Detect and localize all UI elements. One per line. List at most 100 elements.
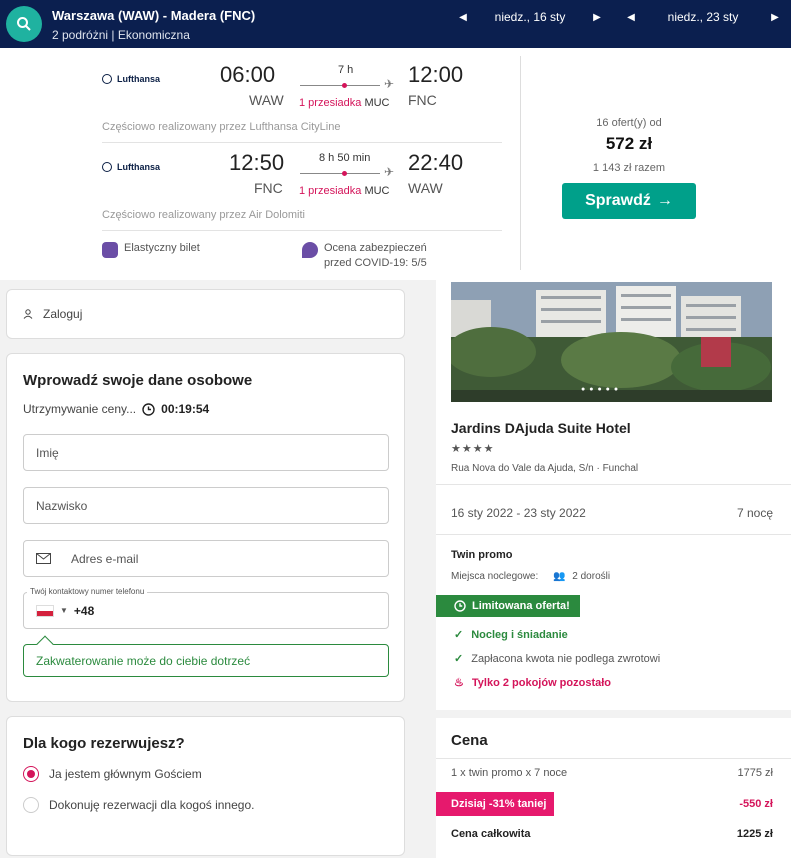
feature-label: przed COVID-19: 5/5 <box>324 257 427 269</box>
departure-time: 06:00 <box>220 62 276 87</box>
discount-line: -550 zł <box>451 798 773 810</box>
email-field[interactable]: Adres e-mail <box>23 540 389 577</box>
button-label: Sprawdź <box>585 192 651 209</box>
search-icon <box>17 17 31 31</box>
ticket-icon <box>102 242 118 258</box>
divider <box>520 56 521 276</box>
outbound-date[interactable]: niedz., 16 sty <box>470 10 590 24</box>
mail-icon <box>36 553 51 564</box>
route-text[interactable]: Warszawa (WAW) - Madera (FNC) <box>52 8 255 23</box>
divider <box>102 142 502 143</box>
beds-value: 2 dorośli <box>572 571 611 582</box>
limited-offer-badge: Limitowana oferta! <box>436 595 580 617</box>
feature-label: Ocena zabezpieczeń <box>324 242 427 254</box>
stop-airport: MUC <box>364 97 390 109</box>
lufthansa-icon <box>102 74 112 84</box>
offers-count: 16 ofert(y) od <box>596 117 662 129</box>
flame-icon: ♨ <box>454 677 464 689</box>
next-date-icon[interactable]: ▶ <box>590 12 604 23</box>
departure-code: FNC <box>254 180 283 196</box>
prev-date-icon[interactable]: ◀ <box>456 12 470 23</box>
radio-label: Ja jestem głównym Gościem <box>49 767 202 781</box>
perk-rooms-left: ♨ Tylko 2 pokojów pozostało <box>454 676 612 690</box>
first-name-field[interactable]: Imię <box>23 434 389 471</box>
clock-icon <box>454 600 466 612</box>
divider <box>436 534 791 535</box>
discount-value: -550 zł <box>739 798 773 810</box>
radio-unselected-icon[interactable] <box>23 797 39 813</box>
operator-note: Częściowo realizowany przez Air Dolomiti <box>102 209 305 221</box>
check-icon: ✓ <box>454 653 464 665</box>
stop-airport: MUC <box>364 185 390 197</box>
total-line: Cena całkowita 1225 zł <box>451 828 773 840</box>
radio-selected-icon[interactable] <box>23 766 39 782</box>
covid-rating-feature: Ocena zabezpieczeń przed COVID-19: 5/5 <box>302 242 427 269</box>
hotel-name[interactable]: Jardins DAjuda Suite Hotel <box>451 420 631 436</box>
hotel-photo[interactable]: ●●●●● <box>451 282 772 402</box>
hold-timer: 00:19:54 <box>161 402 210 416</box>
poland-flag-icon[interactable] <box>36 604 54 617</box>
check-flight-button[interactable]: Sprawdź → <box>562 183 696 219</box>
booking-for-title: Dla kogo rezerwujesz? <box>23 735 185 752</box>
phone-field[interactable]: ▼ +48 <box>23 592 389 629</box>
price-line: 1 x twin promo x 7 noce 1775 zł <box>451 767 773 779</box>
plane-icon: ✈ <box>384 77 395 91</box>
flight-price: 572 zł <box>605 134 653 153</box>
check-icon: ✓ <box>454 629 464 641</box>
departure-time: 12:50 <box>229 150 285 175</box>
plane-icon: ✈ <box>384 165 395 179</box>
line-label: 1 x twin promo x 7 noce <box>451 767 568 779</box>
route-line <box>300 173 380 174</box>
stops-count: 1 przesiadka <box>299 97 362 109</box>
airline-name: Lufthansa <box>117 162 161 172</box>
stops-info: 1 przesiadka MUC <box>299 97 390 109</box>
hotel-stars: ★★★★ <box>451 443 495 455</box>
last-name-field[interactable]: Nazwisko <box>23 487 389 524</box>
next-date-icon[interactable]: ▶ <box>768 12 782 23</box>
perk-label: Tylko 2 pokojów pozostało <box>471 676 612 689</box>
price-summary-card: Cena 1 x twin promo x 7 noce 1775 zł Dzis… <box>436 718 791 858</box>
stops-count: 1 przesiadka <box>299 185 362 197</box>
flight-card[interactable]: Lufthansa 06:00 WAW 7 h ✈ 1 przesiadka M… <box>0 48 791 280</box>
flight-duration: 7 h <box>338 64 354 76</box>
login-card[interactable]: Zaloguj <box>6 289 405 339</box>
carousel-dots[interactable]: ●●●●● <box>581 386 622 393</box>
divider <box>102 230 502 231</box>
arrival-time: 22:40 <box>408 150 464 175</box>
hotel-image <box>451 282 772 402</box>
stop-dot <box>342 171 347 176</box>
arrow-right-icon: → <box>656 192 673 209</box>
radio-self[interactable]: Ja jestem głównym Gościem <box>23 766 202 782</box>
form-title: Wprowadź swoje dane osobowe <box>23 372 253 389</box>
perk-label: Zapłacona kwota nie podlega zwrotowi <box>471 652 661 665</box>
divider <box>436 484 791 485</box>
arrival-code: WAW <box>408 180 443 196</box>
room-type: Twin promo <box>451 549 513 561</box>
prev-date-icon[interactable]: ◀ <box>624 12 638 23</box>
user-icon <box>23 309 33 319</box>
search-summary-bar: Warszawa (WAW) - Madera (FNC) 2 podróżni… <box>0 0 791 48</box>
route-line <box>300 85 380 86</box>
arrival-time: 12:00 <box>408 62 464 87</box>
passenger-info[interactable]: 2 podróżni | Ekonomiczna <box>52 28 190 42</box>
flight-duration: 8 h 50 min <box>319 152 371 164</box>
feature-label: Elastyczny bilet <box>124 242 200 254</box>
return-date[interactable]: niedz., 23 sty <box>638 10 768 24</box>
perk-nonrefundable: ✓ Zapłacona kwota nie podlega zwrotowi <box>454 652 661 666</box>
return-date-picker: ◀ niedz., 23 sty ▶ <box>624 10 782 24</box>
email-placeholder: Adres e-mail <box>71 551 139 566</box>
radio-label: Dokonuję rezerwacji dla kogoś innego. <box>49 798 255 812</box>
search-button[interactable] <box>6 6 42 42</box>
perk-breakfast: ✓ Nocleg i śniadanie <box>454 628 568 642</box>
beds-label: Miejsca noclegowe: <box>451 571 539 582</box>
line-value: 1775 zł <box>737 767 773 779</box>
hold-text: Utrzymywanie ceny... <box>23 402 137 416</box>
lufthansa-icon <box>102 162 112 172</box>
price-hold: Utrzymywanie ceny... 00:19:54 <box>23 402 209 416</box>
shield-icon <box>302 242 318 258</box>
flexible-ticket-feature: Elastyczny bilet <box>102 242 200 258</box>
radio-other[interactable]: Dokonuję rezerwacji dla kogoś innego. <box>23 797 254 813</box>
chevron-down-icon[interactable]: ▼ <box>60 606 68 615</box>
airline-name: Lufthansa <box>117 74 161 84</box>
perk-label: Nocleg i śniadanie <box>471 628 568 641</box>
